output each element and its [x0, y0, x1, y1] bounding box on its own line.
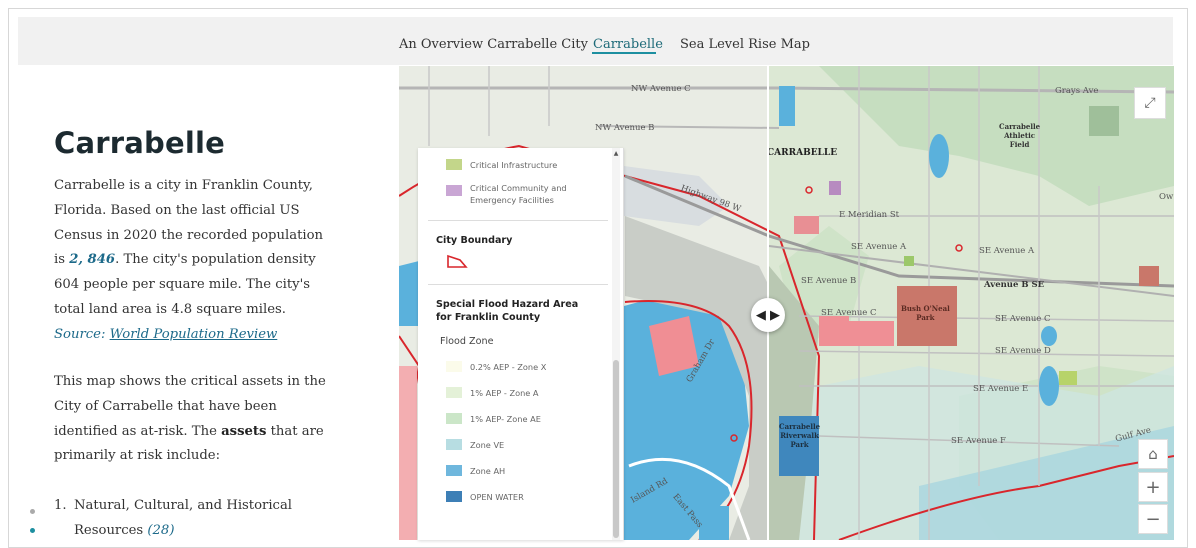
progress-dot-active[interactable] — [30, 528, 35, 533]
assets-line: identified as at-risk. The assets that a… — [54, 420, 354, 445]
intro-line: Florida. Based on the last official US — [54, 202, 300, 218]
story-nav: An Overview Carrabelle City Carrabelle S… — [18, 17, 1173, 65]
tab-carrabelle[interactable]: Carrabelle — [593, 37, 663, 52]
legend-swatch — [446, 185, 462, 196]
list-text: Natural, Cultural, and Historical Resour… — [74, 494, 334, 544]
legend-swatch — [446, 159, 462, 170]
city-boundary-swatch — [447, 254, 468, 268]
map-label: SE Avenue B — [801, 276, 857, 286]
legend-swatch — [446, 361, 462, 372]
legend-swatch — [446, 465, 462, 476]
text: is — [54, 252, 70, 268]
flood-zone-label: Flood Zone — [440, 336, 494, 347]
map-label: NW Avenue C — [631, 84, 691, 94]
assets-line: primarily at risk include: — [54, 448, 221, 464]
map-legend: Critical Infrastructure Critical Communi… — [418, 148, 624, 540]
assets-emphasis: assets — [221, 423, 267, 439]
population-value: 2, 846 — [69, 252, 116, 268]
legend-label: OPEN WATER — [470, 492, 524, 502]
legend-scroll-thumb[interactable] — [613, 360, 619, 538]
legend-label: Critical Infrastructure — [470, 160, 558, 170]
source-link[interactable]: World Population Review — [110, 327, 278, 342]
intro-line: 604 people per square mile. The city's — [54, 277, 310, 293]
map-label: SE Avenue A — [979, 246, 1035, 256]
legend-label: Critical Community and Emergency Facilit… — [470, 183, 567, 205]
intro-paragraph: Carrabelle is a city in Franklin County,… — [54, 174, 354, 348]
map-label: Grays Ave — [1055, 86, 1099, 96]
progress-dot[interactable] — [30, 509, 35, 514]
tab-overview[interactable]: An Overview Carrabelle City — [399, 37, 588, 52]
assets-line: City of Carrabelle that have been — [54, 398, 277, 414]
map-label: Carrabelle Athletic Field — [999, 122, 1041, 149]
source-line: Source: World Population Review — [54, 323, 354, 348]
map-label: SE Avenue D — [995, 346, 1051, 356]
map-label: E Meridian St — [839, 210, 900, 220]
intro-line: total land area is 4.8 square miles. — [54, 301, 286, 317]
park-label: Bush O'Neal Park — [901, 304, 950, 322]
intro-line: Census in 2020 the recorded population — [54, 227, 324, 243]
text: . The city's population density — [115, 252, 316, 268]
text: Resources — [74, 522, 148, 538]
legend-label: Zone VE — [470, 440, 505, 450]
map-label: SE Avenue F — [951, 436, 1006, 446]
tab-sea-level-rise[interactable]: Sea Level Rise Map — [680, 37, 810, 52]
source-prefix: Source: — [54, 326, 110, 342]
legend-swatch — [446, 491, 462, 502]
list-line: Natural, Cultural, and Historical — [74, 498, 293, 513]
legend-swatch — [446, 387, 462, 398]
zoom-in-button[interactable]: + — [1138, 472, 1168, 502]
legend-label: Zone AH — [470, 466, 506, 476]
legend-label: 1% AEP- Zone AE — [470, 414, 541, 424]
map-label: Ow — [1159, 192, 1174, 202]
map-label: SE Avenue C — [995, 314, 1051, 324]
legend-swatch — [446, 439, 462, 450]
legend-label: 0.2% AEP - Zone X — [470, 362, 547, 372]
asset-count: (28) — [147, 522, 175, 538]
text: identified as at-risk. The — [54, 423, 222, 439]
text: that are — [266, 423, 324, 439]
map-label: SE Avenue E — [973, 384, 1029, 394]
intro-line: Carrabelle is a city in Franklin County, — [54, 178, 313, 193]
scroll-up-icon[interactable]: ▲ — [612, 150, 620, 157]
assets-paragraph: This map shows the critical assets in th… — [54, 370, 354, 469]
list-number: 1. — [54, 498, 67, 513]
page-title: Carrabelle — [54, 126, 226, 160]
park-label: Carrabelle Riverwalk Park — [779, 422, 821, 449]
list-line: Resources (28) — [74, 519, 334, 544]
map-label: Avenue B SE — [984, 280, 1045, 290]
active-tab-indicator — [592, 52, 656, 54]
map-label: NW Avenue B — [595, 123, 655, 133]
expand-icon[interactable]: ⤢ — [1134, 87, 1166, 119]
legend-divider — [428, 220, 608, 221]
map-label: SE Avenue A — [851, 242, 907, 252]
legend-heading: City Boundary — [436, 235, 513, 246]
legend-divider — [428, 284, 608, 285]
legend-swatch — [446, 413, 462, 424]
city-label: CARRABELLE — [767, 148, 838, 158]
story-panel: Carrabelle Carrabelle is a city in Frank… — [18, 66, 399, 542]
assets-line: This map shows the critical assets in th… — [54, 374, 326, 389]
home-icon[interactable]: ⌂ — [1138, 439, 1168, 469]
zoom-out-button[interactable]: − — [1138, 504, 1168, 534]
legend-heading: Special Flood Hazard Area for Franklin C… — [436, 299, 579, 323]
legend-label: 1% AEP - Zone A — [470, 388, 539, 398]
map-label: SE Avenue C — [821, 308, 877, 318]
swipe-handle[interactable]: ◀ ▶ — [751, 298, 785, 332]
intro-line: is 2, 846. The city's population density — [54, 248, 354, 273]
